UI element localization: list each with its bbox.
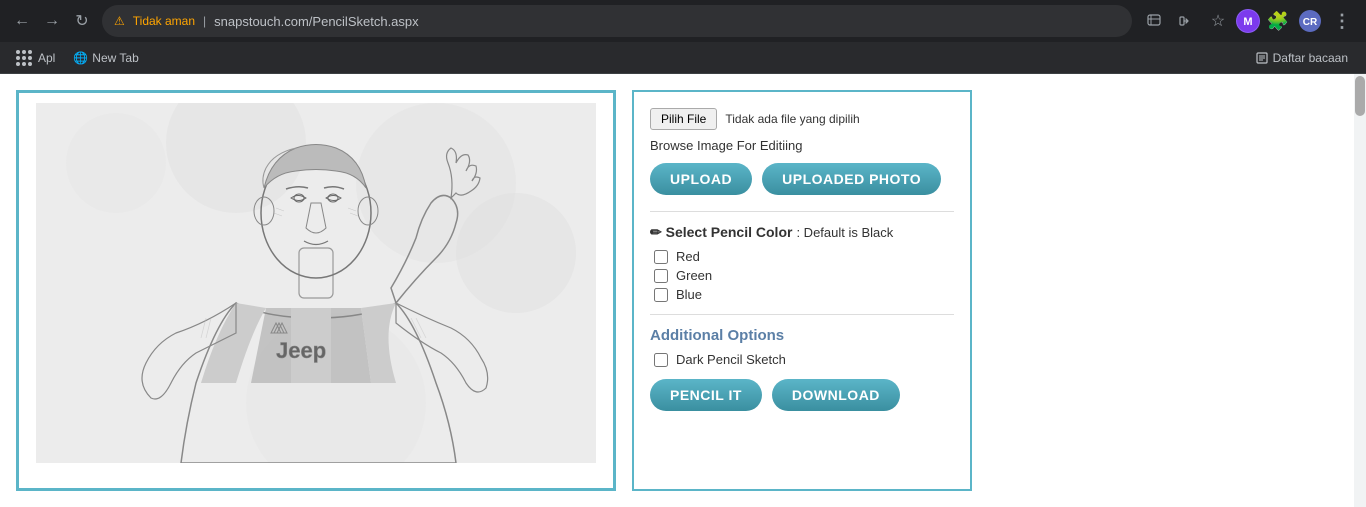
toolbar-actions: ☆ M 🧩 CR ⋮ [1140, 7, 1356, 35]
scrollbar-thumb[interactable] [1355, 76, 1365, 116]
image-panel: Jeep [16, 90, 616, 491]
security-icon: ⚠ [114, 14, 125, 28]
back-button[interactable]: ← [10, 9, 34, 33]
page-content: Jeep [0, 74, 1366, 507]
color-blue-option[interactable]: Blue [654, 287, 954, 302]
browser-toolbar: ← → ↻ ⚠ Tidak aman | snapstouch.com/Penc… [0, 0, 1366, 42]
browse-label: Browse Image For Editiing [650, 138, 954, 153]
dark-sketch-label: Dark Pencil Sketch [676, 352, 786, 367]
nav-buttons: ← → ↻ [10, 9, 94, 33]
apps-button[interactable]: Apl [10, 48, 61, 68]
svg-text:CR: CR [1303, 17, 1318, 28]
additional-options-label: Additional Options [650, 327, 954, 344]
url-separator: | [203, 14, 206, 28]
download-button[interactable]: DOWNLOAD [772, 379, 900, 411]
share-button[interactable] [1172, 7, 1200, 35]
color-red-checkbox[interactable] [654, 250, 668, 264]
uploaded-photo-button[interactable]: UPLOADED PHOTO [762, 163, 941, 195]
address-bar[interactable]: ⚠ Tidak aman | snapstouch.com/PencilSket… [102, 5, 1132, 37]
action-btn-row: PENCIL IT DOWNLOAD [650, 379, 954, 411]
profile-icon-button[interactable]: CR [1296, 7, 1324, 35]
forward-button[interactable]: → [40, 9, 64, 33]
url-text: snapstouch.com/PencilSketch.aspx [214, 14, 1120, 29]
upload-btn-row: UPLOAD UPLOADED PHOTO [650, 163, 954, 195]
security-text: Tidak aman [133, 14, 195, 28]
controls-panel: Pilih File Tidak ada file yang dipilih B… [632, 90, 972, 491]
new-tab-bookmark[interactable]: 🌐 New Tab [65, 49, 146, 67]
sketch-image: Jeep [36, 103, 596, 463]
reading-list-label: Daftar bacaan [1273, 51, 1348, 65]
browser-chrome: ← → ↻ ⚠ Tidak aman | snapstouch.com/Penc… [0, 0, 1366, 74]
reading-list-button[interactable]: Daftar bacaan [1247, 49, 1356, 67]
select-color-text: ✏ Select Pencil Color [650, 224, 792, 241]
translate-button[interactable] [1140, 7, 1168, 35]
profile-button[interactable]: M [1236, 9, 1260, 33]
svg-text:Jeep: Jeep [276, 338, 326, 363]
bookmarks-right: Daftar bacaan [1247, 49, 1356, 67]
new-tab-label: New Tab [92, 51, 138, 65]
scrollbar[interactable] [1354, 74, 1366, 507]
color-blue-label: Blue [676, 287, 702, 302]
divider-2 [650, 314, 954, 315]
dark-sketch-checkbox[interactable] [654, 353, 668, 367]
svg-text:M: M [1243, 16, 1252, 28]
file-input-row: Pilih File Tidak ada file yang dipilih [650, 108, 954, 130]
color-green-option[interactable]: Green [654, 268, 954, 283]
color-green-checkbox[interactable] [654, 269, 668, 283]
extensions-button[interactable]: 🧩 [1264, 7, 1292, 35]
bookmarks-bar: Apl 🌐 New Tab Daftar bacaan [0, 42, 1366, 74]
color-blue-checkbox[interactable] [654, 288, 668, 302]
choose-file-button[interactable]: Pilih File [650, 108, 717, 130]
menu-button[interactable]: ⋮ [1328, 7, 1356, 35]
reload-button[interactable]: ↻ [70, 9, 94, 33]
no-file-text: Tidak ada file yang dipilih [725, 112, 859, 126]
divider-1 [650, 211, 954, 212]
color-red-option[interactable]: Red [654, 249, 954, 264]
new-tab-favicon: 🌐 [73, 51, 88, 65]
color-green-label: Green [676, 268, 712, 283]
pencil-it-button[interactable]: PENCIL IT [650, 379, 762, 411]
upload-button[interactable]: UPLOAD [650, 163, 752, 195]
color-red-label: Red [676, 249, 700, 264]
color-options: Red Green Blue [650, 249, 954, 302]
default-color-note: : Default is Black [796, 225, 893, 240]
apps-label: Apl [38, 51, 55, 65]
select-color-label: ✏ Select Pencil Color : Default is Black [650, 224, 954, 241]
bookmark-button[interactable]: ☆ [1204, 7, 1232, 35]
dark-sketch-option[interactable]: Dark Pencil Sketch [650, 352, 954, 367]
